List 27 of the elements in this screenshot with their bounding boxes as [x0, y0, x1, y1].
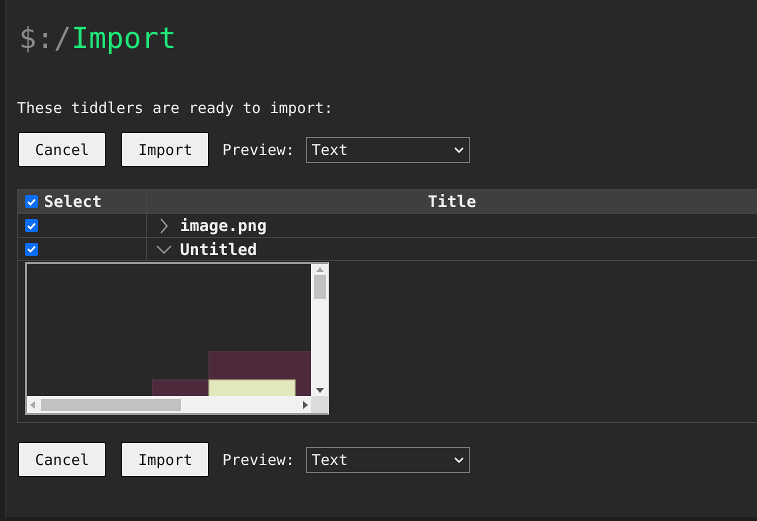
chevron-down-icon	[454, 456, 464, 462]
scrollbar-corner	[311, 396, 328, 413]
tiddler-title: image.png	[180, 216, 267, 235]
scroll-down-arrow-icon[interactable]	[316, 388, 324, 393]
checkbox[interactable]	[25, 219, 38, 232]
preview-dropdown[interactable]: Text	[306, 446, 470, 472]
intro-text: These tiddlers are ready to import:	[17, 98, 334, 118]
cancel-button[interactable]: Cancel	[18, 442, 106, 477]
column-header: Title	[428, 192, 476, 211]
preview-label: Preview:	[222, 140, 295, 158]
cancel-button[interactable]: Cancel	[18, 132, 106, 167]
preview-dropdown[interactable]: Text	[306, 136, 470, 162]
import-button[interactable]: Import	[121, 442, 210, 477]
tiddler-title: Untitled	[180, 240, 258, 258]
heading-prefix: $:/	[19, 20, 72, 57]
checkbox[interactable]	[25, 195, 38, 208]
horizontal-scrollbar[interactable]	[27, 396, 311, 413]
scrollbar-thumb[interactable]	[314, 275, 326, 299]
chevron-down-icon	[454, 146, 464, 152]
page-title: Import	[71, 20, 176, 57]
scrollbar-thumb[interactable]	[41, 398, 181, 410]
column-header: Select	[44, 192, 102, 211]
import-button[interactable]: Import	[121, 132, 210, 167]
checkbox[interactable]	[25, 242, 38, 256]
scroll-right-arrow-icon[interactable]	[303, 400, 308, 408]
preview-label: Preview:	[222, 450, 295, 468]
vertical-scrollbar[interactable]	[311, 264, 328, 396]
